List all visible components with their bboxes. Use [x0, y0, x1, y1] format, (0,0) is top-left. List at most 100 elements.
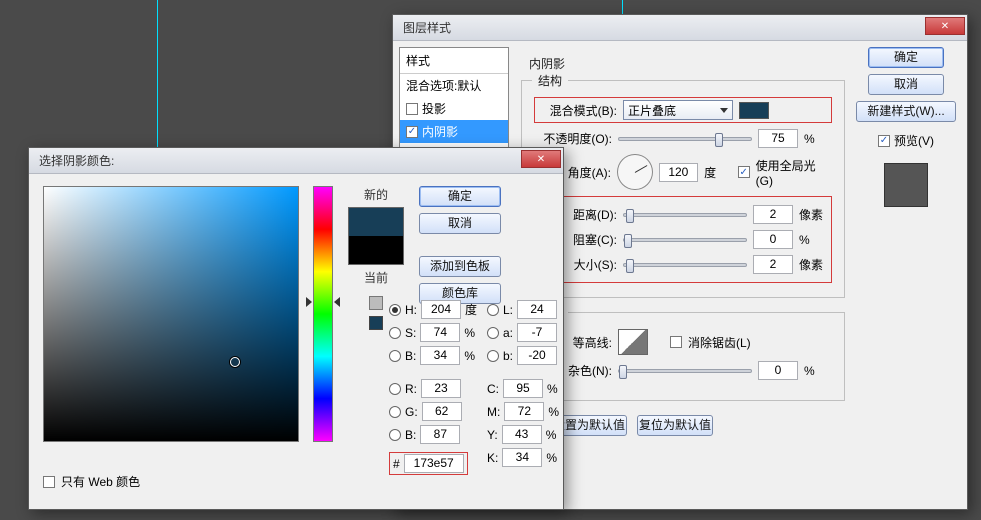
c-input[interactable]: 95	[503, 379, 543, 398]
checkbox-icon[interactable]	[406, 103, 418, 115]
r-label: R:	[405, 382, 417, 396]
size-row: 大小(S): 2 像素	[539, 255, 827, 274]
k-unit: %	[546, 451, 557, 465]
color-picker-dialog: 选择阴影颜色: ✕ 新的 当前 确定	[28, 147, 564, 510]
saturation-value-field[interactable]	[43, 186, 299, 442]
b-lab-radio[interactable]	[487, 350, 499, 362]
hue-slider[interactable]	[313, 186, 333, 442]
color-picker-titlebar[interactable]: 选择阴影颜色: ✕	[29, 148, 563, 174]
angle-row: 角度(A): 120 度 使用全局光(G)	[534, 154, 832, 190]
inner-shadow-heading: 内阴影	[529, 57, 565, 71]
b-hsb-radio[interactable]	[389, 350, 401, 362]
noise-input[interactable]: 0	[758, 361, 798, 380]
distance-input[interactable]: 2	[753, 205, 793, 224]
layer-style-title: 图层样式	[403, 19, 451, 36]
reset-default-button[interactable]: 复位为默认值	[637, 415, 713, 436]
style-blend-options[interactable]: 混合选项:默认	[400, 74, 508, 97]
cancel-button[interactable]: 取消	[419, 213, 501, 234]
g-input[interactable]: 62	[422, 402, 462, 421]
styles-header[interactable]: 样式	[400, 48, 508, 74]
s-unit: %	[464, 326, 475, 340]
ok-button[interactable]: 确定	[419, 186, 501, 207]
new-label: 新的	[364, 186, 388, 203]
angle-input[interactable]: 120	[659, 163, 699, 182]
h-unit: 度	[465, 301, 477, 318]
blend-mode-select[interactable]: 正片叠底	[623, 100, 733, 120]
size-unit: 像素	[799, 256, 827, 273]
size-slider[interactable]	[623, 263, 747, 267]
k-label: K:	[487, 451, 498, 465]
blend-mode-label: 混合模式(B):	[539, 102, 617, 119]
layer-style-titlebar[interactable]: 图层样式 ✕	[393, 15, 967, 41]
r-input[interactable]: 23	[421, 379, 461, 398]
new-color-swatch[interactable]	[349, 208, 403, 236]
noise-unit: %	[804, 364, 832, 378]
a-label: a:	[503, 326, 513, 340]
current-color-swatch[interactable]	[349, 236, 403, 264]
close-icon[interactable]: ✕	[521, 150, 561, 168]
b-lab-label: b:	[503, 349, 513, 363]
b-rgb-label: B:	[405, 428, 416, 442]
web-only-label: 只有 Web 颜色	[61, 473, 140, 490]
websafe-swatch-icon[interactable]	[369, 316, 383, 330]
k-input[interactable]: 34	[502, 448, 542, 467]
b-hsb-input[interactable]: 34	[420, 346, 460, 365]
y-unit: %	[546, 428, 557, 442]
angle-unit: 度	[704, 164, 732, 181]
g-radio[interactable]	[389, 406, 401, 418]
hex-hash: #	[393, 457, 400, 471]
h-radio[interactable]	[389, 304, 401, 316]
opacity-label: 不透明度(O):	[534, 130, 612, 147]
color-picker-title: 选择阴影颜色:	[39, 152, 114, 169]
noise-slider[interactable]	[618, 369, 752, 373]
opacity-input[interactable]: 75	[758, 129, 798, 148]
ok-button[interactable]: 确定	[868, 47, 944, 68]
a-radio[interactable]	[487, 327, 499, 339]
b-rgb-radio[interactable]	[389, 429, 401, 441]
s-label: S:	[405, 326, 416, 340]
checkbox-icon[interactable]	[406, 126, 418, 138]
b-lab-input[interactable]: -20	[517, 346, 557, 365]
shadow-color-swatch[interactable]	[739, 102, 769, 119]
angle-dial[interactable]	[617, 154, 653, 190]
a-input[interactable]: -7	[517, 323, 557, 342]
opacity-slider[interactable]	[618, 137, 752, 141]
style-drop-shadow[interactable]: 投影	[400, 97, 508, 120]
m-input[interactable]: 72	[504, 402, 544, 421]
s-input[interactable]: 74	[420, 323, 460, 342]
y-input[interactable]: 43	[502, 425, 542, 444]
chevron-down-icon	[720, 108, 728, 113]
m-label: M:	[487, 405, 500, 419]
close-icon[interactable]: ✕	[925, 17, 965, 35]
l-label: L:	[503, 303, 513, 317]
h-input[interactable]: 204	[421, 300, 461, 319]
choke-slider[interactable]	[623, 238, 747, 242]
new-style-button[interactable]: 新建样式(W)...	[856, 101, 956, 122]
choke-input[interactable]: 0	[753, 230, 793, 249]
contour-picker[interactable]	[618, 329, 648, 355]
distance-slider[interactable]	[623, 213, 747, 217]
hue-pointer-icon	[334, 297, 340, 307]
antialias-checkbox[interactable]	[670, 336, 682, 348]
structure-group: 结构 混合模式(B): 正片叠底 不透明度(O): 75 %	[521, 80, 845, 298]
hex-input[interactable]: 173e57	[404, 454, 464, 473]
cancel-button[interactable]: 取消	[868, 74, 944, 95]
size-input[interactable]: 2	[753, 255, 793, 274]
color-compare-swatch	[348, 207, 404, 265]
web-only-checkbox[interactable]	[43, 476, 55, 488]
r-radio[interactable]	[389, 383, 401, 395]
l-input[interactable]: 24	[517, 300, 557, 319]
s-radio[interactable]	[389, 327, 401, 339]
distance-unit: 像素	[799, 206, 827, 223]
add-swatch-button[interactable]: 添加到色板	[419, 256, 501, 277]
global-light-checkbox[interactable]	[738, 166, 750, 178]
b-hsb-label: B:	[405, 349, 416, 363]
gamut-warning-icon[interactable]	[369, 296, 383, 310]
b-rgb-input[interactable]: 87	[420, 425, 460, 444]
blend-mode-row: 混合模式(B): 正片叠底	[534, 97, 832, 123]
preview-checkbox[interactable]	[878, 135, 890, 147]
c-unit: %	[547, 382, 558, 396]
style-inner-shadow[interactable]: 内阴影	[400, 120, 508, 143]
g-label: G:	[405, 405, 418, 419]
l-radio[interactable]	[487, 304, 499, 316]
